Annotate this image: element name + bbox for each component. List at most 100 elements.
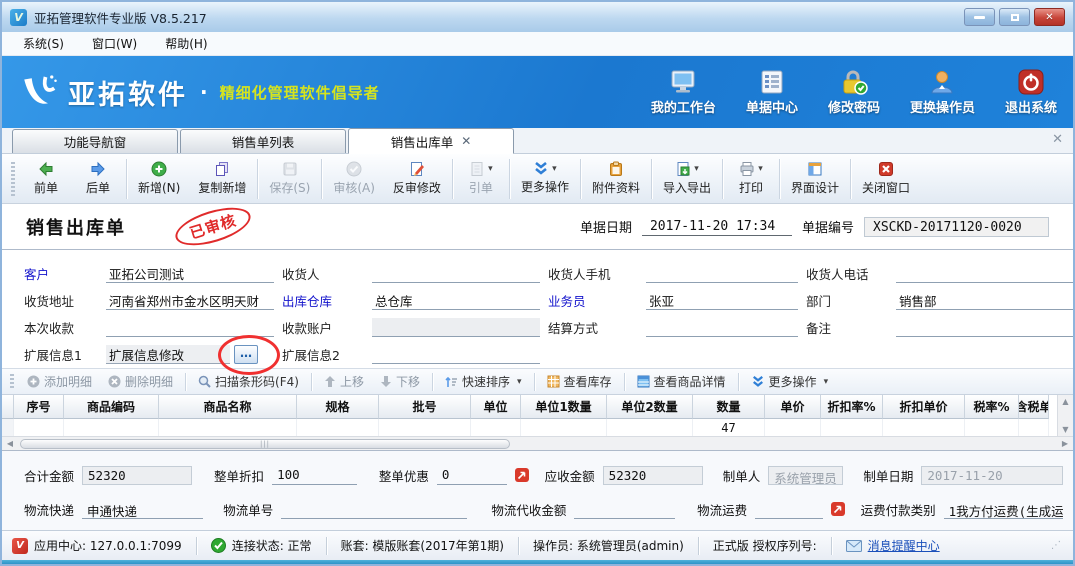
scrollbar-thumb[interactable]: ||| [20, 439, 510, 449]
address-field[interactable]: 河南省郑州市金水区明天财 [106, 291, 274, 310]
prev-doc-button[interactable]: 前单 [20, 158, 72, 199]
save-button[interactable]: 保存(S) [260, 158, 319, 199]
menu-help[interactable]: 帮助(H) [154, 33, 218, 54]
col-product-code[interactable]: 商品编码 [64, 395, 159, 419]
document-center-button[interactable]: 单据中心 [746, 69, 798, 116]
receiver-mobile-field[interactable] [646, 264, 798, 283]
switch-operator-button[interactable]: 更换操作员 [910, 69, 975, 116]
payment-now-field[interactable] [106, 318, 274, 337]
close-button[interactable]: ✕ [1034, 8, 1065, 26]
tab-close-icon[interactable]: ✕ [461, 134, 471, 148]
tab-sales-list[interactable]: 销售单列表 [180, 129, 346, 153]
scroll-up-icon[interactable]: ▲ [1062, 397, 1068, 406]
audit-button[interactable]: 审核(A) [324, 158, 384, 199]
col-unit[interactable]: 单位 [471, 395, 521, 419]
order-reduction-field[interactable]: 0 [437, 466, 507, 485]
col-spec[interactable]: 规格 [297, 395, 379, 419]
ext2-field[interactable] [372, 345, 540, 364]
scan-barcode-button[interactable]: 扫描条形码(F4) [191, 371, 306, 392]
change-password-button[interactable]: 修改密码 [828, 69, 880, 116]
payment-account-field[interactable] [372, 318, 540, 337]
resize-grip[interactable]: ⋰ [1051, 540, 1065, 551]
col-price[interactable]: 单价 [765, 395, 821, 419]
view-product-button[interactable]: 查看商品详情 [630, 371, 733, 392]
tracking-no-field[interactable] [281, 500, 467, 519]
col-seq[interactable]: 序号 [14, 395, 64, 419]
arrow-right-icon [90, 161, 106, 177]
message-center-link[interactable]: 消息提醒中心 [868, 537, 940, 554]
import-export-button[interactable]: ▾ 导入导出 [654, 158, 720, 199]
col-discount-price[interactable]: 折扣单价 [883, 395, 965, 419]
account-set-status: 账套: 模版账套(2017年第1期) [341, 537, 504, 554]
col-product-name[interactable]: 商品名称 [159, 395, 297, 419]
print-button[interactable]: ▾ 打印 [725, 158, 777, 199]
receiver-phone-field[interactable] [896, 264, 1075, 283]
window-bottom-edge [2, 560, 1073, 564]
my-workbench-button[interactable]: 我的工作台 [651, 69, 716, 116]
doc-date-label: 单据日期 [580, 217, 632, 236]
copy-add-button[interactable]: 复制新增 [189, 158, 255, 199]
more-actions-button[interactable]: ▾ 更多操作 [512, 159, 578, 198]
ext1-browse-button[interactable]: … [234, 345, 258, 364]
maker-label: 制单人 [723, 466, 761, 485]
scroll-right-icon[interactable]: ▶ [1057, 438, 1073, 450]
col-discount-rate[interactable]: 折扣率% [821, 395, 883, 419]
remark-label: 备注 [806, 318, 888, 337]
attachment-button[interactable]: 附件资料 [583, 158, 649, 199]
menu-system[interactable]: 系统(S) [12, 33, 75, 54]
unaudit-button[interactable]: 反审修改 [384, 158, 450, 199]
col-tax-rate[interactable]: 税率% [965, 395, 1019, 419]
items-grid: 序号 商品编码 商品名称 规格 批号 单位 单位1数量 单位2数量 数量 单价 … [2, 395, 1073, 450]
delete-row-button[interactable]: 删除明细 [101, 371, 180, 392]
scroll-left-icon[interactable]: ◀ [2, 438, 18, 450]
ext1-field[interactable]: 扩展信息修改 [106, 345, 230, 364]
salesman-field[interactable]: 张亚 [646, 291, 798, 310]
receivable-label: 应收金额 [545, 466, 595, 485]
warehouse-field[interactable]: 总仓库 [372, 291, 540, 310]
scroll-down-icon[interactable]: ▼ [1062, 425, 1068, 434]
maximize-button[interactable] [999, 8, 1030, 26]
menu-window[interactable]: 窗口(W) [81, 33, 148, 54]
ui-design-button[interactable]: 界面设计 [782, 158, 848, 199]
recalc-icon[interactable] [831, 502, 845, 516]
next-doc-button[interactable]: 后单 [72, 158, 124, 199]
quick-sort-button[interactable]: 快速排序 ▾ [438, 371, 529, 392]
order-discount-field[interactable]: 100 [272, 466, 357, 485]
dropdown-arrow-icon: ▾ [694, 164, 699, 174]
close-window-button[interactable]: 关闭窗口 [853, 158, 919, 199]
recalc-icon[interactable] [515, 468, 529, 482]
add-button[interactable]: 新增(N) [129, 158, 189, 199]
freight-field[interactable] [755, 500, 822, 519]
exit-system-button[interactable]: 退出系统 [1005, 69, 1057, 116]
settlement-field[interactable] [646, 318, 798, 337]
remark-field[interactable] [896, 318, 1075, 337]
doc-date-field[interactable]: 2017-11-20 17:34 [642, 217, 792, 236]
department-field[interactable]: 销售部 [896, 291, 1075, 310]
view-stock-button[interactable]: 查看库存 [540, 371, 619, 392]
freight-pay-type-field[interactable]: 1我方付运费(生成运 [944, 500, 1063, 519]
detail-more-actions-button[interactable]: 更多操作 ▾ [744, 371, 836, 392]
col-unit1-qty[interactable]: 单位1数量 [521, 395, 607, 419]
move-up-button[interactable]: 上移 [317, 371, 371, 392]
total-amount-field: 52320 [82, 466, 192, 485]
col-batch[interactable]: 批号 [379, 395, 471, 419]
receiver-field[interactable] [372, 264, 540, 283]
col-tax-price[interactable]: 含税单 [1019, 395, 1049, 419]
tabstrip-close-icon[interactable]: ✕ [1052, 132, 1063, 147]
cod-amount-field[interactable] [574, 500, 675, 519]
tab-sales-outbound[interactable]: 销售出库单 ✕ [348, 128, 514, 154]
add-row-button[interactable]: 添加明细 [20, 371, 99, 392]
title-bar: V 亚拓管理软件专业版 V8.5.217 ✕ [2, 2, 1073, 32]
minimize-button[interactable] [964, 8, 995, 26]
pull-doc-button[interactable]: ▾ 引单 [455, 158, 507, 199]
document-center-icon [759, 69, 785, 95]
col-unit2-qty[interactable]: 单位2数量 [607, 395, 693, 419]
tab-function-nav[interactable]: 功能导航窗 [12, 129, 178, 153]
customer-field[interactable]: 亚拓公司测试 [106, 264, 274, 283]
horizontal-scrollbar[interactable]: ◀ ||| ▶ [2, 436, 1073, 450]
move-down-button[interactable]: 下移 [373, 371, 427, 392]
col-quantity[interactable]: 数量 [693, 395, 765, 419]
express-field[interactable]: 申通快递 [82, 500, 203, 519]
vertical-scrollbar[interactable]: ▲ ▼ [1057, 395, 1073, 436]
clipboard-icon [608, 161, 624, 177]
